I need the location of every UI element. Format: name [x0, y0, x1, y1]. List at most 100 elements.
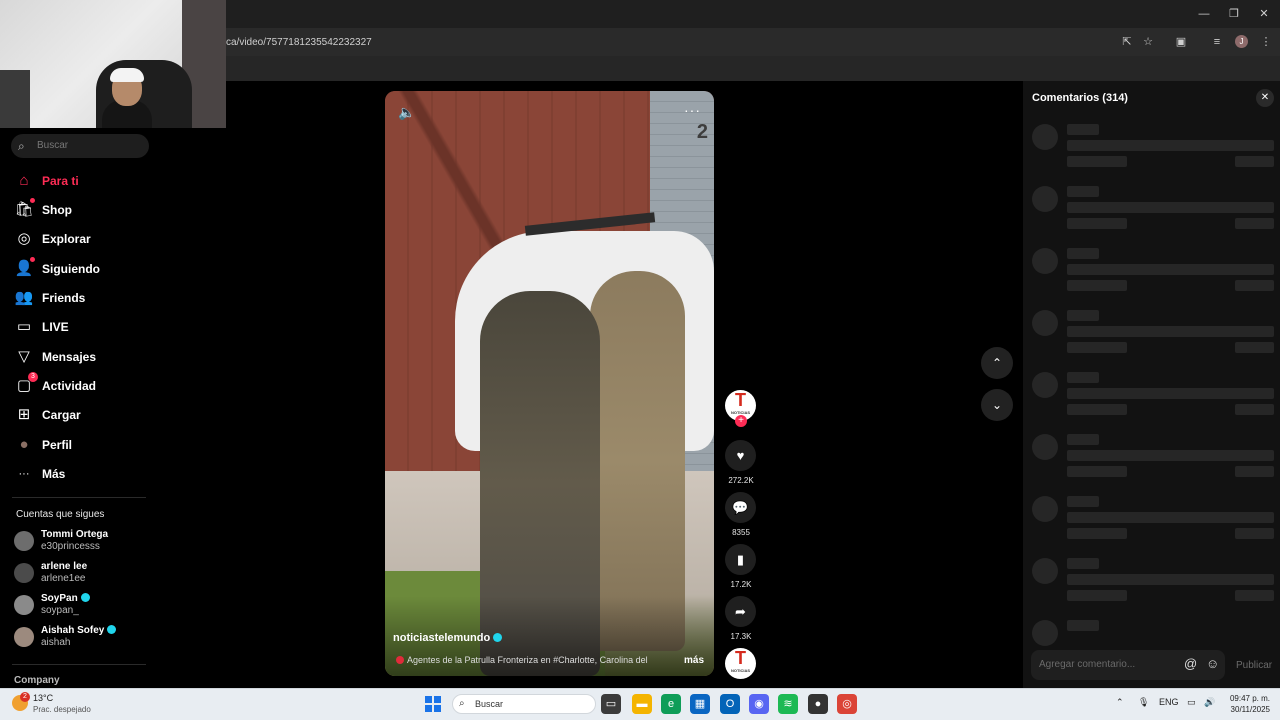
skeleton-avatar [1032, 248, 1058, 274]
skeleton-line [1067, 466, 1127, 477]
sidebar-item-shop[interactable]: 🛍 Shop [14, 198, 154, 221]
sidebar-item-live[interactable]: ▭ LIVE [14, 316, 154, 338]
skeleton-line [1067, 124, 1099, 135]
skeleton-line [1067, 574, 1274, 585]
publish-button[interactable]: Publicar [1236, 660, 1272, 671]
following-section-title: Cuentas que sigues [16, 509, 105, 520]
volume-icon[interactable]: 🔊 [1204, 697, 1215, 708]
skeleton-line [1067, 528, 1127, 539]
skeleton-avatar [1032, 186, 1058, 212]
profile-avatar-icon: ● [19, 436, 29, 453]
skeleton-line [1067, 342, 1127, 353]
next-video-button[interactable]: ⌄ [981, 389, 1013, 421]
task-view-icon[interactable]: ▭ [601, 694, 621, 714]
close-window-button[interactable]: ✕ [1256, 6, 1272, 22]
weather-desc[interactable]: Prac. despejado [33, 705, 91, 714]
save-button[interactable]: ▮ [725, 544, 756, 575]
restore-button[interactable]: ❐ [1226, 6, 1242, 22]
avatar [14, 563, 34, 583]
comments-title: Comentarios (314) [1032, 92, 1128, 104]
sidebar-item-mensajes[interactable]: ▽ Mensajes [14, 346, 154, 368]
share-count: 17.3K [730, 632, 752, 641]
share-button[interactable]: ➦ [725, 596, 756, 627]
skeleton-line [1235, 156, 1274, 167]
compass-icon: ◎ [17, 230, 31, 247]
obs-icon[interactable]: ● [808, 694, 828, 714]
spotify-icon[interactable]: ≋ [778, 694, 798, 714]
volume-icon[interactable]: 🔈 [398, 104, 415, 121]
store-icon[interactable]: ▦ [690, 694, 710, 714]
activity-badge: 3 [28, 372, 38, 382]
close-comments-button[interactable]: ✕ [1256, 89, 1274, 107]
file-explorer-icon[interactable]: ▬ [632, 694, 652, 714]
install-app-icon[interactable]: ⇱ [1119, 35, 1135, 49]
sidebar-item-cargar[interactable]: ⊞ Cargar [14, 404, 154, 426]
weather-temp[interactable]: 13°C [33, 693, 53, 703]
sidebar-item-siguiendo[interactable]: 👤 Siguiendo [14, 257, 154, 280]
following-account[interactable]: SoyPan soypan_ [14, 593, 154, 619]
edge-browser-icon[interactable]: e [661, 694, 681, 714]
comment-input[interactable]: Agregar comentario... @ ☺ [1031, 650, 1225, 680]
windows-start-icon[interactable] [425, 696, 441, 712]
minimize-button[interactable]: — [1196, 6, 1212, 22]
following-account[interactable]: arlene lee arlene1ee [14, 561, 154, 587]
skeleton-line [1067, 326, 1274, 337]
taskbar-search[interactable]: ⌕ Buscar [452, 694, 596, 714]
following-account[interactable]: Tommi Ortega e30princesss [14, 529, 154, 555]
discord-icon[interactable]: ◉ [749, 694, 769, 714]
browser-menu-icon[interactable]: ⋮ [1258, 35, 1274, 49]
comment-bubble-icon: 💬 [732, 500, 749, 515]
share-arrow-icon: ➦ [735, 604, 746, 619]
skeleton-line [1067, 590, 1127, 601]
sidebar-item-friends[interactable]: 👥 Friends [14, 287, 154, 309]
sidebar-item-explorar[interactable]: ◎ Explorar [14, 228, 154, 250]
tray-overflow-icon[interactable]: ⌃ [1116, 697, 1124, 708]
comment-button[interactable]: 💬 [725, 492, 756, 523]
sidebar-search-input[interactable]: ⌕ Buscar [11, 134, 149, 158]
taskbar-clock[interactable]: 09:47 p. m. 30/11/2025 [1226, 693, 1270, 715]
company-link[interactable]: Company [14, 675, 60, 686]
language-indicator[interactable]: ENG [1159, 697, 1179, 707]
network-icon[interactable]: ▭ [1187, 697, 1196, 708]
outlook-icon[interactable]: O [720, 694, 740, 714]
following-account[interactable]: Aishah Sofey aishah [14, 625, 154, 651]
like-button[interactable]: ♥ [725, 440, 756, 471]
bookmark-star-icon[interactable]: ☆ [1140, 35, 1156, 49]
caption-more-link[interactable]: más [684, 655, 704, 666]
like-count: 272.2K [728, 476, 754, 485]
media-controls-icon[interactable]: ≡ [1209, 35, 1225, 49]
mention-icon[interactable]: @ [1184, 656, 1197, 671]
sidebar-item-perfil[interactable]: ● Perfil [14, 434, 154, 456]
sidebar-item-para-ti[interactable]: ⌂ Para ti [14, 170, 154, 192]
avatar [14, 627, 34, 647]
video-more-options-icon[interactable]: ··· [684, 102, 701, 118]
live-tv-icon: ▭ [16, 318, 32, 335]
save-count: 17.2K [730, 580, 752, 589]
user-icon: 👤 [14, 260, 34, 277]
sound-disc[interactable]: T NOTICIAS [725, 648, 756, 679]
skeleton-avatar [1032, 124, 1058, 150]
side-panel-icon[interactable]: ▣ [1173, 35, 1189, 49]
sidebar-item-actividad[interactable]: ▢ 3 Actividad [14, 372, 154, 397]
video-author[interactable]: noticiastelemundo [393, 632, 503, 644]
skeleton-line [1067, 280, 1127, 291]
previous-video-button[interactable]: ⌃ [981, 347, 1013, 379]
flag-icon [396, 656, 404, 664]
friends-icon: 👥 [14, 289, 34, 306]
profile-avatar[interactable]: J [1235, 35, 1248, 48]
microphone-icon[interactable]: 🎙 [1138, 697, 1149, 708]
video-player[interactable]: 2 [385, 91, 714, 676]
follow-plus-button[interactable]: + [735, 415, 747, 427]
chrome-icon[interactable]: ◎ [837, 694, 857, 714]
url-text[interactable]: ca/video/7577181235542232327 [226, 37, 372, 48]
avatar [14, 531, 34, 551]
skeleton-line [1067, 388, 1274, 399]
skeleton-line [1067, 310, 1099, 321]
skeleton-line [1067, 434, 1099, 445]
skeleton-line [1067, 218, 1127, 229]
emoji-icon[interactable]: ☺ [1206, 656, 1219, 671]
send-icon: ▽ [18, 348, 30, 365]
skeleton-line [1067, 156, 1127, 167]
verified-badge-icon [80, 593, 90, 602]
sidebar-item-mas[interactable]: ··· Más [14, 463, 154, 485]
